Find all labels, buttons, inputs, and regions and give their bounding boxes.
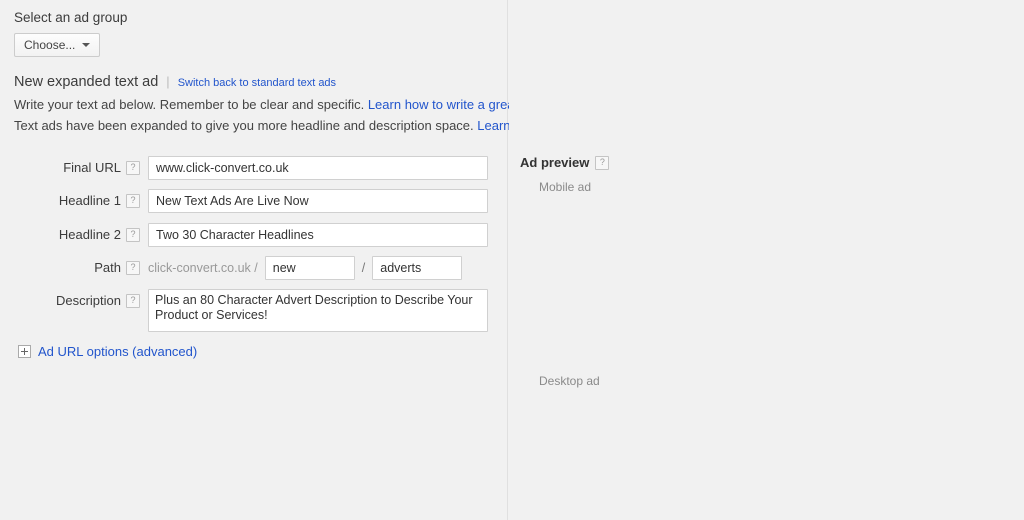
- headline-1-row: Headline 1 ?: [0, 189, 488, 213]
- desktop-ad-label: Desktop ad: [539, 374, 600, 388]
- description-row: Description ? Plus an 80 Character Adver…: [0, 289, 488, 332]
- final-url-input[interactable]: [148, 156, 488, 180]
- new-ad-title: New expanded text ad: [14, 74, 159, 90]
- path-domain-prefix: click-convert.co.uk /: [148, 261, 258, 275]
- plus-expander-icon[interactable]: [18, 345, 31, 358]
- description-label: Description: [55, 293, 121, 308]
- ad-preview-panel: Ad preview ? Mobile ad New Text Ads Are …: [509, 0, 1024, 520]
- path-field-wrap: click-convert.co.uk / /: [148, 256, 463, 280]
- path-help-icon[interactable]: ?: [126, 261, 140, 275]
- intro-line-2-text: Text ads have been expanded to give you …: [14, 118, 474, 133]
- choose-ad-group-label: Choose...: [24, 38, 76, 52]
- description-help-icon[interactable]: ?: [126, 294, 140, 308]
- intro-line-1: Write your text ad below. Remember to be…: [14, 97, 561, 112]
- description-textarea[interactable]: Plus an 80 Character Advert Description …: [148, 289, 488, 332]
- heading-separator: |: [166, 74, 170, 89]
- switch-to-standard-text-ads-link[interactable]: Switch back to standard text ads: [178, 77, 336, 89]
- headline-1-field-wrap: [148, 189, 488, 213]
- ad-preview-header: Ad preview ?: [520, 155, 610, 170]
- headline-2-row: Headline 2 ?: [0, 223, 488, 247]
- chevron-down-icon: [82, 43, 91, 47]
- path-segment-2-input[interactable]: [372, 256, 463, 280]
- mobile-ad-label: Mobile ad: [539, 180, 592, 194]
- final-url-label: Final URL: [63, 160, 121, 175]
- ad-preview-title: Ad preview: [520, 155, 590, 170]
- ad-url-options-link[interactable]: Ad URL options (advanced): [38, 344, 197, 359]
- new-ad-heading-row: New expanded text ad | Switch back to st…: [14, 74, 336, 90]
- intro-line-1-text: Write your text ad below. Remember to be…: [14, 97, 365, 112]
- ad-editor-page: Select an ad group Choose... New expande…: [0, 0, 1024, 520]
- choose-ad-group-button[interactable]: Choose...: [14, 33, 101, 57]
- ad-preview-help-icon[interactable]: ?: [595, 155, 610, 170]
- path-slash-separator: /: [361, 261, 366, 275]
- final-url-help-icon[interactable]: ?: [126, 161, 140, 175]
- final-url-field-wrap: [148, 156, 488, 180]
- select-ad-group-label: Select an ad group: [14, 10, 128, 25]
- intro-line-2: Text ads have been expanded to give you …: [14, 118, 544, 133]
- headline-2-input[interactable]: [148, 223, 488, 247]
- path-label: Path: [94, 260, 121, 275]
- headline-2-label: Headline 2: [58, 227, 121, 242]
- ad-url-options-toggle[interactable]: Ad URL options (advanced): [18, 344, 197, 359]
- final-url-row: Final URL ?: [0, 156, 488, 180]
- headline-2-help-icon[interactable]: ?: [126, 228, 140, 242]
- description-field-wrap: Plus an 80 Character Advert Description …: [148, 289, 488, 332]
- headline-1-input[interactable]: [148, 189, 488, 213]
- ad-form-panel: Select an ad group Choose... New expande…: [0, 0, 561, 520]
- headline-1-help-icon[interactable]: ?: [126, 194, 140, 208]
- headline-2-field-wrap: [148, 223, 488, 247]
- path-row: Path ? click-convert.co.uk / /: [0, 256, 463, 280]
- path-segment-1-input[interactable]: [264, 256, 355, 280]
- headline-1-label: Headline 1: [58, 193, 121, 208]
